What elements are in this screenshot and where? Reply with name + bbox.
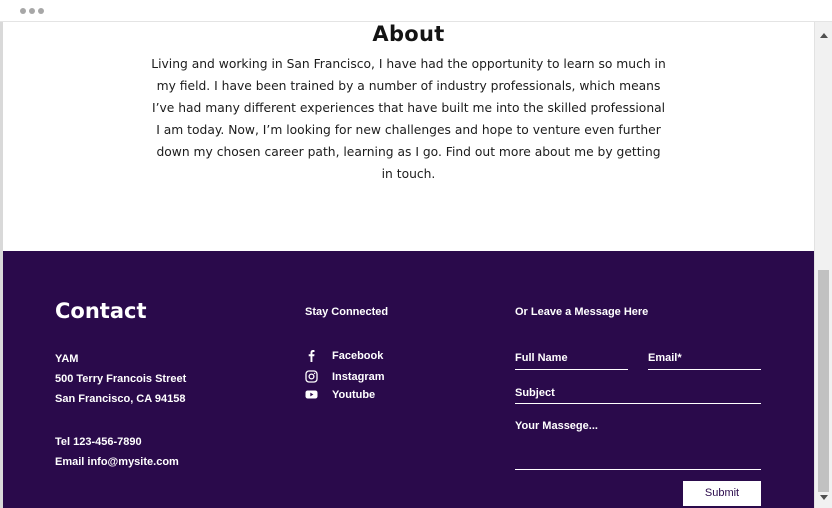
social-link-instagram[interactable]: Instagram	[305, 370, 385, 383]
social-label-youtube: Youtube	[332, 388, 376, 401]
message-field[interactable]	[515, 469, 761, 470]
about-text: Living and working in San Francisco, I h…	[151, 57, 666, 181]
facebook-icon	[305, 349, 318, 362]
about-section: About Living and working in San Francisc…	[3, 22, 814, 251]
full-name-field[interactable]	[515, 369, 628, 370]
scroll-down-arrow-icon[interactable]	[820, 495, 828, 500]
scroll-up-arrow-icon[interactable]	[820, 33, 828, 38]
social-label-instagram: Instagram	[332, 370, 385, 383]
dot	[29, 8, 35, 14]
scrollbar-thumb[interactable]	[818, 270, 829, 492]
message-label: Your Massege...	[515, 420, 598, 432]
subject-label: Subject	[515, 387, 555, 399]
instagram-icon	[305, 370, 318, 383]
vertical-scrollbar[interactable]	[814, 22, 832, 508]
contact-city: San Francisco, CA 94158	[55, 393, 186, 405]
contact-title: Contact	[55, 299, 147, 323]
dot	[20, 8, 26, 14]
window-top-bar	[0, 0, 832, 22]
submit-button[interactable]: Submit	[683, 481, 761, 506]
social-link-facebook[interactable]: Facebook	[305, 349, 383, 362]
contact-email: Email info@mysite.com	[55, 456, 179, 468]
social-label-facebook: Facebook	[332, 349, 384, 362]
full-name-label: Full Name	[515, 352, 568, 364]
youtube-icon	[305, 388, 318, 401]
dot	[38, 8, 44, 14]
email-label: Email*	[648, 352, 682, 364]
contact-street: 500 Terry Francois Street	[55, 373, 187, 385]
window-menu-dots-icon[interactable]	[20, 8, 44, 14]
stay-connected-heading: Stay Connected	[305, 306, 389, 318]
message-form-heading: Or Leave a Message Here	[515, 306, 649, 318]
contact-name: YAM	[55, 353, 79, 365]
contact-phone: Tel 123-456-7890	[55, 436, 142, 448]
contact-footer: Contact YAM 500 Terry Francois Street Sa…	[3, 251, 814, 508]
about-title: About	[372, 22, 445, 46]
subject-field[interactable]	[515, 403, 761, 404]
social-link-youtube[interactable]: Youtube	[305, 388, 375, 401]
email-field[interactable]	[648, 369, 761, 370]
